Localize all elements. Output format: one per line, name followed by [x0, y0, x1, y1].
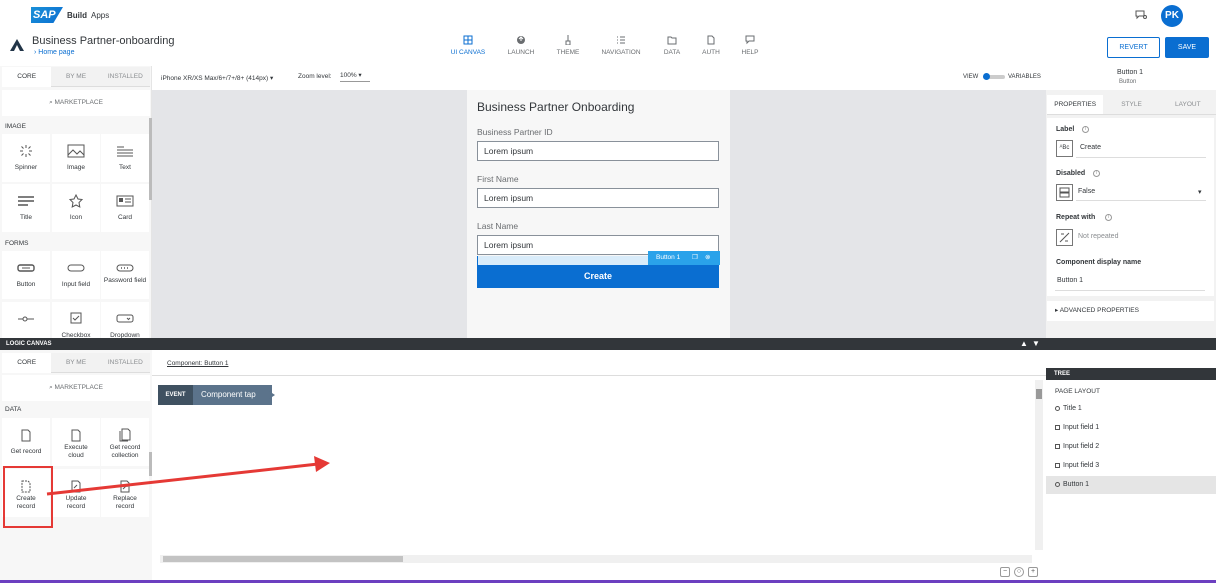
- annotation-arrow: [46, 456, 330, 496]
